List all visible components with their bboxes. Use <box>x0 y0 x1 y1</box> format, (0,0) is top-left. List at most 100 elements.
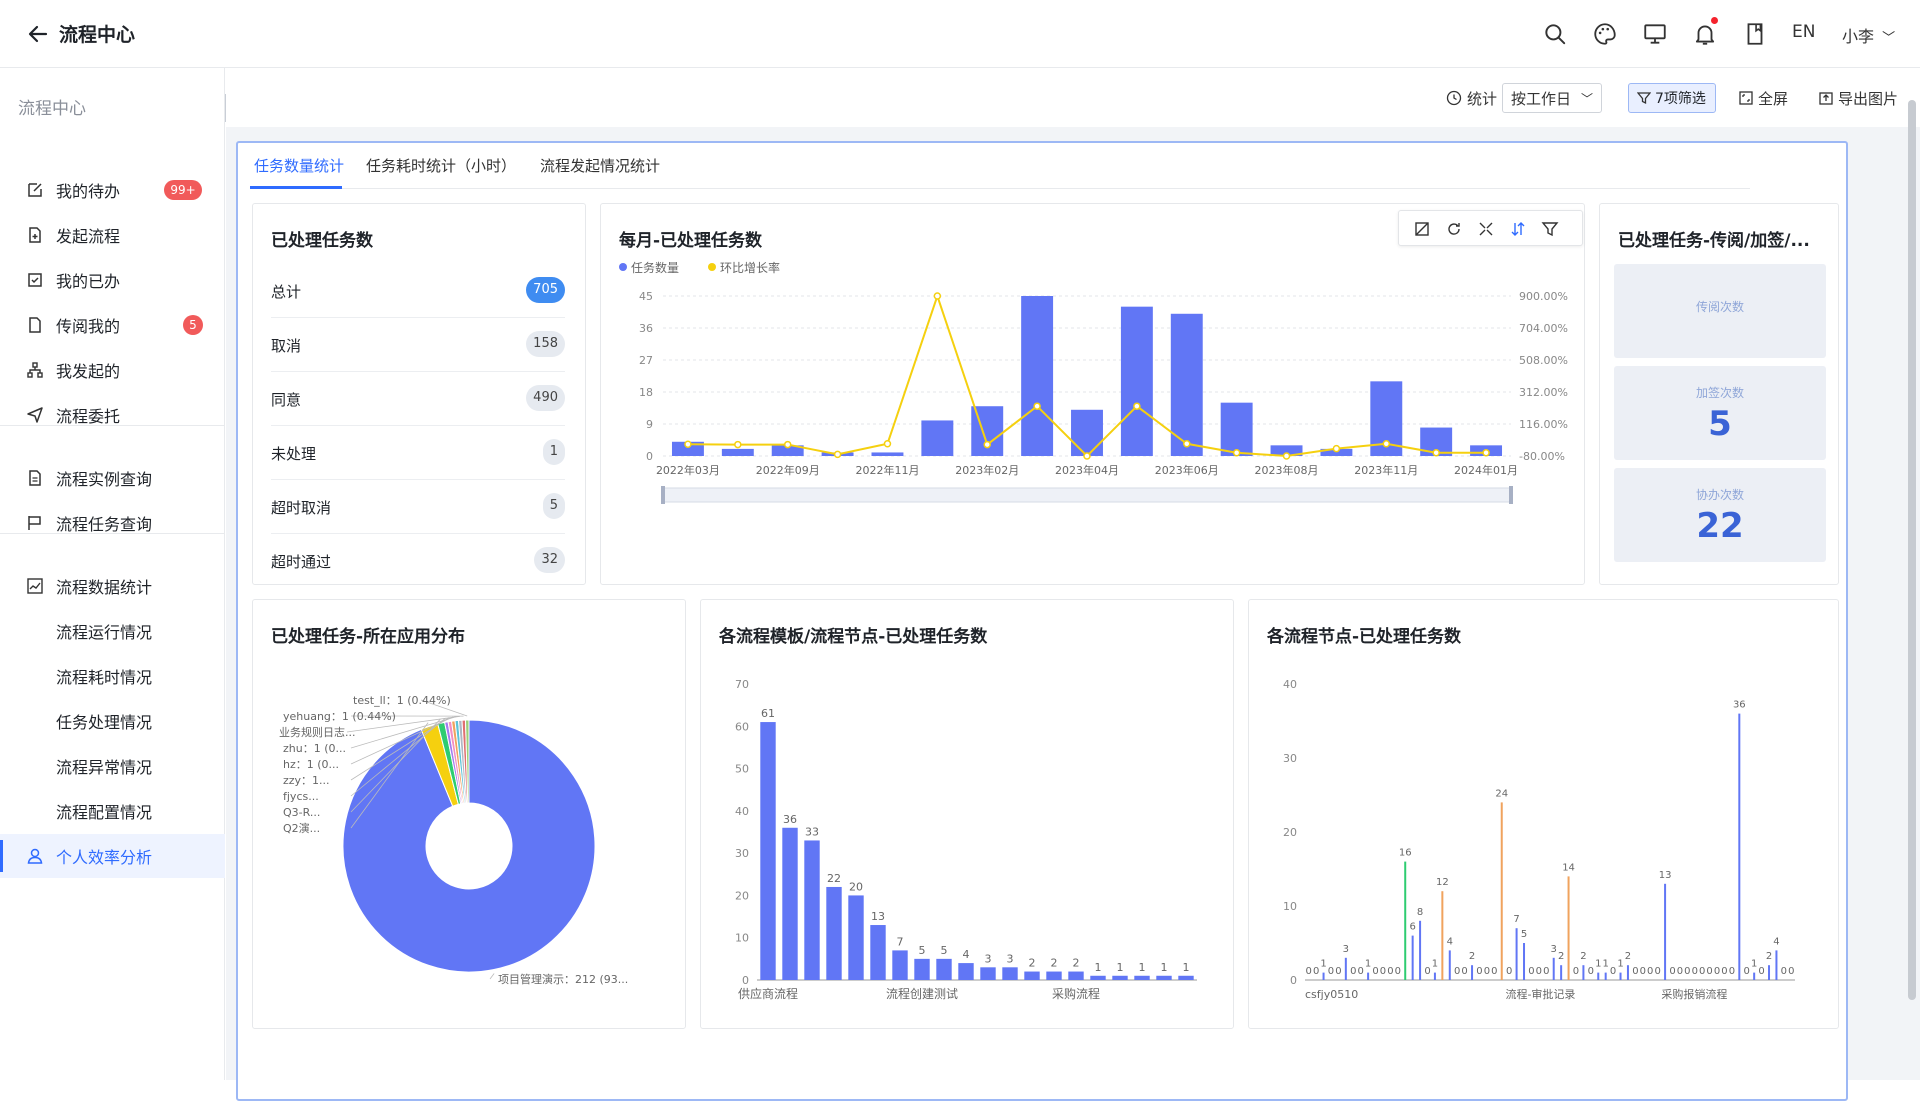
sidebar-item-my-done[interactable]: 我的已办 <box>0 258 225 302</box>
tile-assist-count[interactable]: 协办次数 22 <box>1614 468 1826 562</box>
export-label: 导出图片 <box>1838 88 1898 109</box>
tile-addsign-count[interactable]: 加签次数 5 <box>1614 366 1826 460</box>
bar <box>1568 876 1570 980</box>
tile-label: 加签次数 <box>1614 384 1826 401</box>
sidebar-item-delegate[interactable]: 流程委托 <box>0 393 225 437</box>
y-tick-label: 20 <box>1283 826 1297 839</box>
monitor-icon[interactable] <box>1642 21 1668 47</box>
export-image-button[interactable]: 导出图片 <box>1818 84 1898 112</box>
sidebar-item-my-started[interactable]: 我发起的 <box>0 348 225 392</box>
stat-label: 超时通过 <box>271 551 331 572</box>
pie-label: zhu：1 (0... <box>283 742 346 755</box>
bar-value-label: 0 <box>1491 966 1497 977</box>
sidebar-item-my-todo[interactable]: 我的待办 99+ <box>0 168 225 212</box>
period-select[interactable]: 按工作日 ﹀ <box>1502 83 1602 113</box>
bar-value-label: 0 <box>1744 966 1750 977</box>
filter-icon <box>1637 91 1651 105</box>
bar-value-label: 2 <box>1051 957 1058 970</box>
sidebar-item-cc-me[interactable]: 传阅我的 5 <box>0 303 225 347</box>
stat-label: 超时取消 <box>271 497 331 518</box>
bar <box>1046 972 1061 980</box>
bar-value-label: 1 <box>1595 959 1601 970</box>
bar <box>760 722 775 980</box>
filter-button[interactable]: 7项筛选 <box>1628 83 1716 113</box>
fullscreen-button[interactable]: 全屏 <box>1738 84 1788 112</box>
bar <box>892 950 907 980</box>
zoom-handle <box>1509 486 1513 504</box>
bar-value-label: 4 <box>1447 936 1453 947</box>
bar-value-label: 16 <box>1399 848 1412 859</box>
dashboard-card: 任务数量统计 任务耗时统计（小时） 流程发起情况统计 已处理任务数 总计 705… <box>236 141 1848 1101</box>
line-point <box>735 442 741 448</box>
bar <box>1024 972 1039 980</box>
bar-value-label: 0 <box>1632 966 1638 977</box>
tab-process-start[interactable]: 流程发起情况统计 <box>540 155 660 176</box>
language-switch[interactable]: EN <box>1792 22 1815 42</box>
sidebar-item-efficiency[interactable]: 个人效率分析 <box>0 834 225 878</box>
bar-value-label: 0 <box>1536 966 1542 977</box>
bar <box>1553 958 1555 980</box>
tiles-panel: 已处理任务-传阅/加签/... 传阅次数 加签次数 5 协办次数 22 <box>1599 203 1839 585</box>
sidebar-item-exceptions[interactable]: 流程异常情况 <box>0 744 225 788</box>
pie-chart: 项目管理演示：212 (93...Q2演...Q3-R...fjycs...zz… <box>253 600 687 1030</box>
stat-row-timeout-pass[interactable]: 超时通过 32 <box>271 534 565 588</box>
fullscreen-icon <box>1738 90 1754 106</box>
x-tick-label: 2024年01月 <box>1454 463 1518 477</box>
search-icon[interactable] <box>1542 21 1568 47</box>
bar-value-label: 0 <box>1387 966 1393 977</box>
sidebar-item-task-query[interactable]: 流程任务查询 <box>0 501 225 545</box>
stat-row-timeout-cancel[interactable]: 超时取消 5 <box>271 480 565 534</box>
stat-row-pending[interactable]: 未处理 1 <box>271 426 565 480</box>
bar-value-label: 7 <box>1513 914 1519 925</box>
bar-value-label: 0 <box>1372 966 1378 977</box>
tile-cc-count[interactable]: 传阅次数 <box>1614 264 1826 358</box>
bar-value-label: 0 <box>1684 966 1690 977</box>
bar <box>1412 936 1414 980</box>
y2-tick-label: 508.00% <box>1519 354 1568 367</box>
back-arrow-icon[interactable] <box>26 22 50 46</box>
document-icon[interactable] <box>1742 21 1768 47</box>
stat-row-approve[interactable]: 同意 490 <box>271 372 565 426</box>
page-scrollbar[interactable] <box>1908 100 1916 1000</box>
top-header: 流程中心 EN 小李 ﹀ <box>0 0 1920 68</box>
tiles-title: 已处理任务-传阅/加签/... <box>1618 226 1810 251</box>
bar <box>1664 884 1666 980</box>
bar-value-label: 0 <box>1357 966 1363 977</box>
sidebar-item-statistics[interactable]: 流程数据统计 <box>0 564 225 608</box>
bar-value-label: 0 <box>1677 966 1683 977</box>
stat-row-cancel[interactable]: 取消 158 <box>271 318 565 372</box>
checkbox-icon <box>26 271 44 289</box>
sidebar-item-start-process[interactable]: 发起流程 <box>0 213 225 257</box>
sidebar-item-time-cost[interactable]: 流程耗时情况 <box>0 654 225 698</box>
y-tick-label: 0 <box>1290 974 1297 987</box>
bar <box>1441 891 1443 980</box>
tab-task-count[interactable]: 任务数量统计 <box>254 155 344 176</box>
stat-count: 490 <box>526 385 565 411</box>
bar-value-label: 4 <box>963 948 970 961</box>
bar-value-label: 1 <box>1751 959 1757 970</box>
bell-icon[interactable] <box>1692 21 1718 47</box>
palette-icon[interactable] <box>1592 21 1618 47</box>
y2-tick-label: 704.00% <box>1519 322 1568 335</box>
period-value: 按工作日 <box>1511 88 1571 109</box>
x-tick-label: 流程-审批记录 <box>1505 987 1575 1001</box>
bar-value-label: 13 <box>871 910 885 923</box>
stat-label: 总计 <box>271 281 301 302</box>
stat-label: 未处理 <box>271 443 316 464</box>
bar <box>804 840 819 980</box>
sidebar-item-run-status[interactable]: 流程运行情况 <box>0 609 225 653</box>
sidebar-item-task-handling[interactable]: 任务处理情况 <box>0 699 225 743</box>
bar <box>1071 410 1103 456</box>
stat-count: 705 <box>526 277 565 303</box>
bar <box>782 828 797 980</box>
bar-value-label: 0 <box>1610 966 1616 977</box>
monthly-chart: 任务数量环比增长率0918273645-80.00%116.00%312.00%… <box>601 204 1586 586</box>
tile-label: 协办次数 <box>1614 486 1826 503</box>
tab-task-duration[interactable]: 任务耗时统计（小时） <box>366 155 516 176</box>
user-menu[interactable]: 小李 ﹀ <box>1842 23 1895 47</box>
stat-row-total[interactable]: 总计 705 <box>271 264 565 318</box>
bar-value-label: 0 <box>1692 966 1698 977</box>
sidebar-item-config[interactable]: 流程配置情况 <box>0 789 225 833</box>
sidebar-item-instance-query[interactable]: 流程实例查询 <box>0 456 225 500</box>
bar <box>1178 976 1193 980</box>
